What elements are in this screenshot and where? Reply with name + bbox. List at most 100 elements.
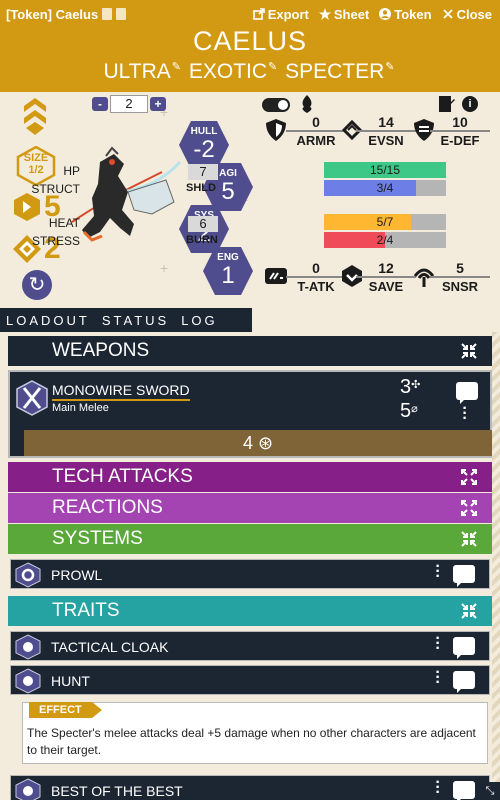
heat-label: HEAT (48, 216, 80, 230)
export-button[interactable]: Export (252, 7, 309, 22)
stepper-value[interactable]: 2 (110, 95, 148, 113)
chat-icon[interactable] (453, 637, 475, 659)
trait-item[interactable]: HUNT · · · (10, 665, 490, 695)
tab-log[interactable]: LOG (175, 308, 223, 332)
weapon-threat-value: 3 (400, 376, 412, 398)
tab-bar: LOADOUT STATUS LOG (0, 308, 500, 332)
tag-ultra: ULTRA (103, 60, 171, 83)
struct-value: 3/4 (376, 181, 394, 195)
struct-label: STRUCT (31, 182, 80, 196)
melee-weapon-icon (16, 380, 48, 416)
increment-button[interactable]: + (150, 97, 166, 111)
trait-icon (15, 668, 41, 694)
tab-loadout[interactable]: LOADOUT (0, 308, 96, 332)
shield-icon (266, 119, 286, 141)
system-name[interactable]: PROWL (51, 567, 102, 583)
resize-icon[interactable]: ⤡ (480, 782, 500, 800)
systems-header[interactable]: SYSTEMS (8, 524, 492, 554)
stress-label: STRESS (31, 234, 80, 248)
collapse-icon[interactable] (460, 530, 478, 548)
systems-title: SYSTEMS (52, 528, 143, 549)
shield-value[interactable]: 7 (188, 164, 218, 180)
expand-icon[interactable] (460, 468, 478, 486)
armor-value: 0 (312, 114, 320, 130)
scrollbar[interactable] (492, 332, 500, 800)
book-icon[interactable] (102, 8, 113, 20)
chat-icon[interactable] (453, 565, 475, 587)
heat-bar[interactable]: 5/7 (324, 214, 446, 230)
weapon-name[interactable]: MONOWIRE SWORD (52, 382, 190, 401)
decrement-button[interactable]: - (92, 97, 108, 111)
traits-title: TRAITS (52, 600, 120, 621)
tech-attack-stat: 0 T-ATK (286, 260, 346, 294)
stress-bar[interactable]: 2/4 (324, 232, 446, 248)
refresh-button[interactable]: ↻ (22, 270, 52, 300)
edit-icon[interactable]: ✎ (268, 61, 277, 73)
effect-text: The Specter's melee attacks deal +5 dama… (27, 726, 476, 757)
mech-name[interactable]: CAELUS (0, 26, 500, 57)
info-icon[interactable]: i (462, 96, 478, 112)
grid-plus: + (160, 260, 169, 276)
token-label: [Token] Caelus (6, 7, 127, 22)
sensors-label: SNSR (430, 276, 490, 294)
sensors-stat: 5 SNSR (430, 260, 490, 294)
mech-portrait (71, 146, 182, 242)
tech-attack-label: T-ATK (286, 276, 346, 294)
overcharge-stepper[interactable]: - 2 + (92, 95, 166, 113)
export-label: Export (267, 7, 309, 22)
trait-item[interactable]: BEST OF THE BEST · · · (10, 775, 490, 800)
more-options-icon[interactable]: · · · (435, 775, 441, 800)
hull-value: -2 (193, 136, 215, 163)
evasion-value: 14 (378, 114, 394, 130)
edef-label: E-DEF (430, 130, 490, 148)
system-icon (15, 562, 41, 588)
hp-bar[interactable]: 15/15 (324, 162, 446, 178)
effect-tag: EFFECT (29, 702, 102, 718)
reactions-header[interactable]: REACTIONS (8, 493, 492, 523)
shield-label: SHLD (186, 182, 216, 194)
struct-bar[interactable]: 3/4 (324, 180, 446, 196)
edit-icon[interactable]: ✎ (172, 61, 181, 73)
trait-item[interactable]: TACTICAL CLOAK · · · (10, 631, 490, 661)
toggle-switch[interactable] (262, 98, 290, 112)
tab-status[interactable]: STATUS (96, 308, 175, 332)
chat-icon[interactable] (456, 382, 478, 404)
expand-icon[interactable] (460, 499, 478, 517)
sheet-button[interactable]: Sheet (318, 7, 370, 22)
edit-icon[interactable] (438, 95, 456, 113)
burn-value[interactable]: 6 (188, 216, 218, 232)
more-options-icon[interactable]: · · · (462, 401, 468, 427)
chat-icon[interactable] (453, 671, 475, 693)
collapse-icon[interactable] (460, 342, 478, 360)
sheet-label: Sheet (333, 7, 370, 22)
weapons-header[interactable]: WEAPONS (8, 336, 492, 366)
stats-panel: + + + + - 2 + SIZE 1/2 5 2 ↻ (0, 92, 500, 308)
more-options-icon[interactable]: · · · (435, 665, 441, 691)
close-button[interactable]: Close (442, 7, 492, 22)
trait-name[interactable]: TACTICAL CLOAK (51, 639, 168, 655)
sheet-icon (318, 8, 331, 20)
rank-chevron-icon (24, 98, 46, 135)
more-options-icon[interactable]: · · · (435, 559, 441, 585)
tech-attacks-header[interactable]: TECH ATTACKS (8, 462, 492, 492)
trait-name[interactable]: HUNT (51, 673, 90, 689)
document-icon[interactable] (116, 8, 127, 20)
evasion-stat: 14 EVSN (356, 114, 416, 148)
more-options-icon[interactable]: · · · (435, 631, 441, 657)
token-button[interactable]: Token (379, 7, 432, 22)
traits-header[interactable]: TRAITS (8, 596, 492, 626)
hp-value: 15/15 (369, 163, 401, 177)
burn-label: BURN (186, 234, 218, 246)
flame-icon (302, 95, 312, 113)
trait-name[interactable]: BEST OF THE BEST (51, 783, 183, 799)
collapse-icon[interactable] (460, 602, 478, 620)
edef-value: 10 (452, 114, 468, 130)
edit-icon[interactable]: ✎ (385, 61, 394, 73)
chat-icon[interactable] (453, 781, 475, 800)
heat-value: 5/7 (376, 215, 394, 229)
system-item[interactable]: PROWL · · · (10, 559, 490, 589)
weapon-card[interactable]: MONOWIRE SWORD Main Melee 3✣ 5⌀ · · · 4 ⊛ (8, 370, 492, 458)
weapon-damage-value: 5 (400, 400, 412, 422)
save-label: SAVE (356, 276, 416, 294)
title-bar: [Token] Caelus Export Sheet Token Close … (0, 0, 500, 92)
